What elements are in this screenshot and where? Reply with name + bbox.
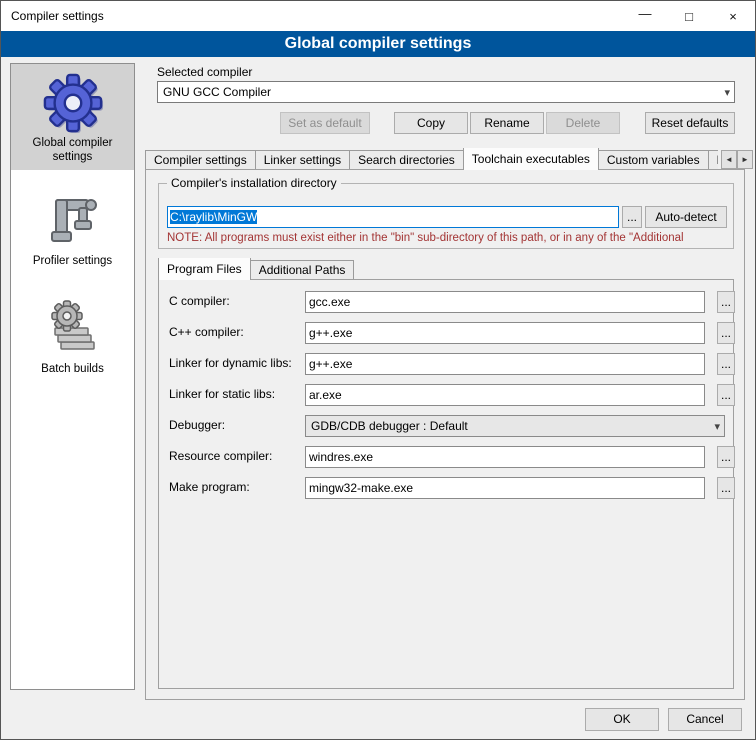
- settings-tab-strip: Compiler settings Linker settings Search…: [145, 148, 718, 170]
- installation-directory-value: C:\raylib\MinGW: [170, 210, 257, 224]
- make-program-browse-button[interactable]: ...: [717, 477, 735, 499]
- chevron-down-icon: ▾: [714, 417, 720, 437]
- tab-toolchain-executables[interactable]: Toolchain executables: [463, 148, 599, 170]
- bin-subdirectory-note: NOTE: All programs must exist either in …: [167, 232, 729, 244]
- installation-directory-browse-button[interactable]: ...: [622, 206, 642, 228]
- minimize-icon: —: [639, 6, 652, 21]
- program-tab-strip: Program Files Additional Paths: [158, 258, 734, 280]
- copy-button[interactable]: Copy: [394, 112, 468, 134]
- c-compiler-label: C compiler:: [169, 294, 230, 308]
- field-row-c-compiler: C compiler: ...: [169, 291, 723, 313]
- delete-button[interactable]: Delete: [546, 112, 620, 134]
- selected-compiler-value: GNU GCC Compiler: [163, 85, 271, 99]
- sidebar-item-profiler-settings[interactable]: Profiler settings: [11, 182, 134, 274]
- profiler-tool-icon: [11, 188, 134, 254]
- program-files-panel: C compiler: ... C++ compiler: ... Linker…: [158, 279, 734, 689]
- field-row-static-linker: Linker for static libs: ...: [169, 384, 723, 406]
- tab-search-directories[interactable]: Search directories: [349, 150, 464, 170]
- sidebar-item-label: Batch builds: [11, 362, 134, 376]
- tab-additional-paths[interactable]: Additional Paths: [250, 260, 355, 280]
- resource-compiler-label: Resource compiler:: [169, 449, 272, 463]
- selected-compiler-dropdown[interactable]: GNU GCC Compiler ▾: [157, 81, 735, 103]
- field-row-debugger: Debugger: GDB/CDB debugger : Default ▾: [169, 415, 723, 437]
- field-row-dynamic-linker: Linker for dynamic libs: ...: [169, 353, 723, 375]
- selected-compiler-label: Selected compiler: [157, 65, 252, 79]
- tab-program-files[interactable]: Program Files: [158, 258, 251, 280]
- reset-defaults-button[interactable]: Reset defaults: [645, 112, 735, 134]
- installation-directory-group-label: Compiler's installation directory: [167, 176, 341, 190]
- gear-icon: [11, 70, 134, 136]
- resource-compiler-input[interactable]: [305, 446, 705, 468]
- dynamic-linker-label: Linker for dynamic libs:: [169, 356, 292, 370]
- set-as-default-button[interactable]: Set as default: [280, 112, 370, 134]
- debugger-value: GDB/CDB debugger : Default: [311, 419, 468, 433]
- dynamic-linker-browse-button[interactable]: ...: [717, 353, 735, 375]
- cpp-compiler-label: C++ compiler:: [169, 325, 244, 339]
- cpp-compiler-input[interactable]: [305, 322, 705, 344]
- c-compiler-browse-button[interactable]: ...: [717, 291, 735, 313]
- make-program-label: Make program:: [169, 480, 250, 494]
- sidebar-item-global-compiler-settings[interactable]: Global compiler settings: [11, 64, 134, 170]
- gear-stack-icon: [11, 296, 134, 362]
- window-title: Compiler settings: [1, 9, 104, 23]
- c-compiler-input[interactable]: [305, 291, 705, 313]
- debugger-label: Debugger:: [169, 418, 225, 432]
- ok-button[interactable]: OK: [585, 708, 659, 731]
- maximize-icon: □: [685, 9, 693, 24]
- close-button[interactable]: ×: [711, 1, 755, 31]
- auto-detect-button[interactable]: Auto-detect: [645, 206, 727, 228]
- static-linker-label: Linker for static libs:: [169, 387, 275, 401]
- page-title: Global compiler settings: [1, 31, 755, 57]
- make-program-input[interactable]: [305, 477, 705, 499]
- tab-scroll-right-icon[interactable]: ►: [737, 150, 753, 169]
- resource-compiler-browse-button[interactable]: ...: [717, 446, 735, 468]
- field-row-resource-compiler: Resource compiler: ...: [169, 446, 723, 468]
- tab-linker-settings[interactable]: Linker settings: [255, 150, 350, 170]
- toolchain-panel: Compiler's installation directory C:\ray…: [145, 169, 745, 700]
- settings-sidebar: Global compiler settings Profiler settin…: [10, 63, 135, 690]
- debugger-dropdown[interactable]: GDB/CDB debugger : Default ▾: [305, 415, 725, 437]
- sidebar-item-label: Global compiler settings: [11, 136, 134, 164]
- window-controls: — □ ×: [623, 1, 755, 31]
- installation-directory-group: Compiler's installation directory C:\ray…: [158, 183, 734, 249]
- dynamic-linker-input[interactable]: [305, 353, 705, 375]
- field-row-cpp-compiler: C++ compiler: ...: [169, 322, 723, 344]
- static-linker-input[interactable]: [305, 384, 705, 406]
- close-icon: ×: [729, 9, 737, 24]
- tab-custom-variables[interactable]: Custom variables: [598, 150, 709, 170]
- chevron-down-icon: ▾: [724, 83, 730, 103]
- tab-compiler-settings[interactable]: Compiler settings: [145, 150, 256, 170]
- field-row-make-program: Make program: ...: [169, 477, 723, 499]
- title-bar: Compiler settings — □ ×: [1, 1, 755, 31]
- rename-button[interactable]: Rename: [470, 112, 544, 134]
- cpp-compiler-browse-button[interactable]: ...: [717, 322, 735, 344]
- maximize-button[interactable]: □: [667, 1, 711, 31]
- installation-directory-input[interactable]: C:\raylib\MinGW: [167, 206, 619, 228]
- minimize-button[interactable]: —: [623, 1, 667, 31]
- tab-scroll-left-icon[interactable]: ◄: [721, 150, 737, 169]
- cancel-button[interactable]: Cancel: [668, 708, 742, 731]
- tab-build-options[interactable]: Build options: [708, 150, 718, 170]
- sidebar-item-label: Profiler settings: [11, 254, 134, 268]
- sidebar-item-batch-builds[interactable]: Batch builds: [11, 290, 134, 382]
- static-linker-browse-button[interactable]: ...: [717, 384, 735, 406]
